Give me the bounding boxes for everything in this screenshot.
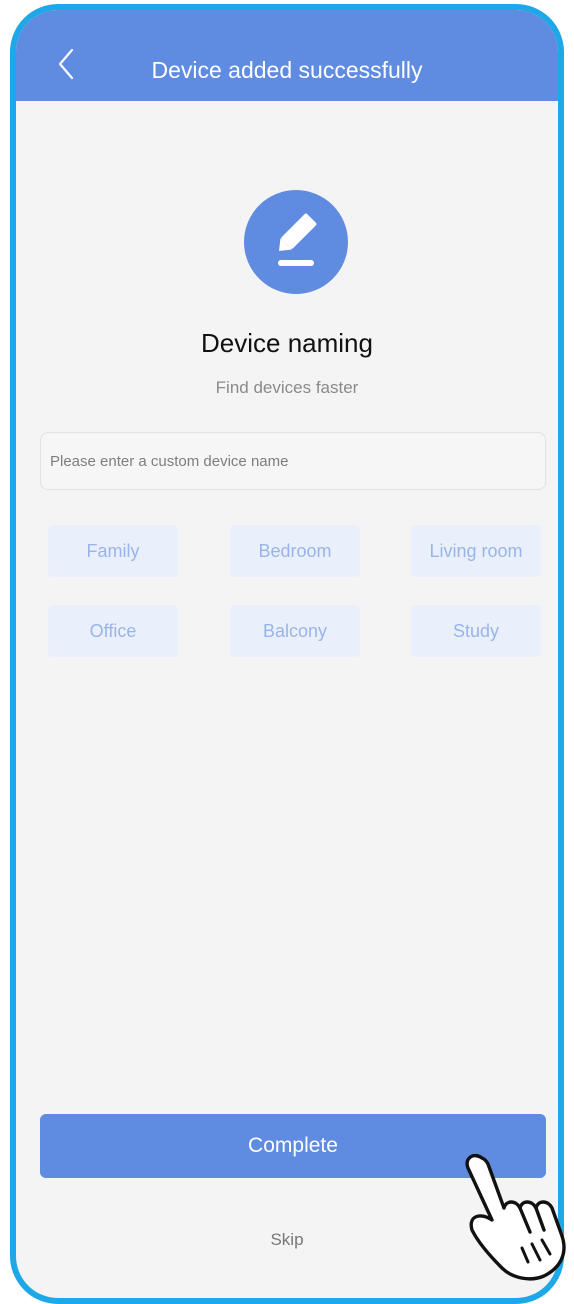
header-bar: Device added successfully [16,10,558,101]
naming-subtitle: Find devices faster [215,378,359,397]
chip-office[interactable]: Office [48,605,178,657]
chip-living-room[interactable]: Living room [411,525,541,577]
page-title: Device added successfully [151,57,423,83]
chip-balcony[interactable]: Balcony [230,605,360,657]
chip-family[interactable]: Family [48,525,178,577]
device-name-input[interactable] [40,432,546,490]
phone-frame: Device added successfully Device naming … [10,4,564,1304]
chip-bedroom[interactable]: Bedroom [230,525,360,577]
chip-study[interactable]: Study [411,605,541,657]
edit-icon [278,213,317,266]
hand-pointer-icon [465,1153,566,1281]
naming-title: Device naming [201,328,373,358]
naming-icon-badge [244,190,348,294]
